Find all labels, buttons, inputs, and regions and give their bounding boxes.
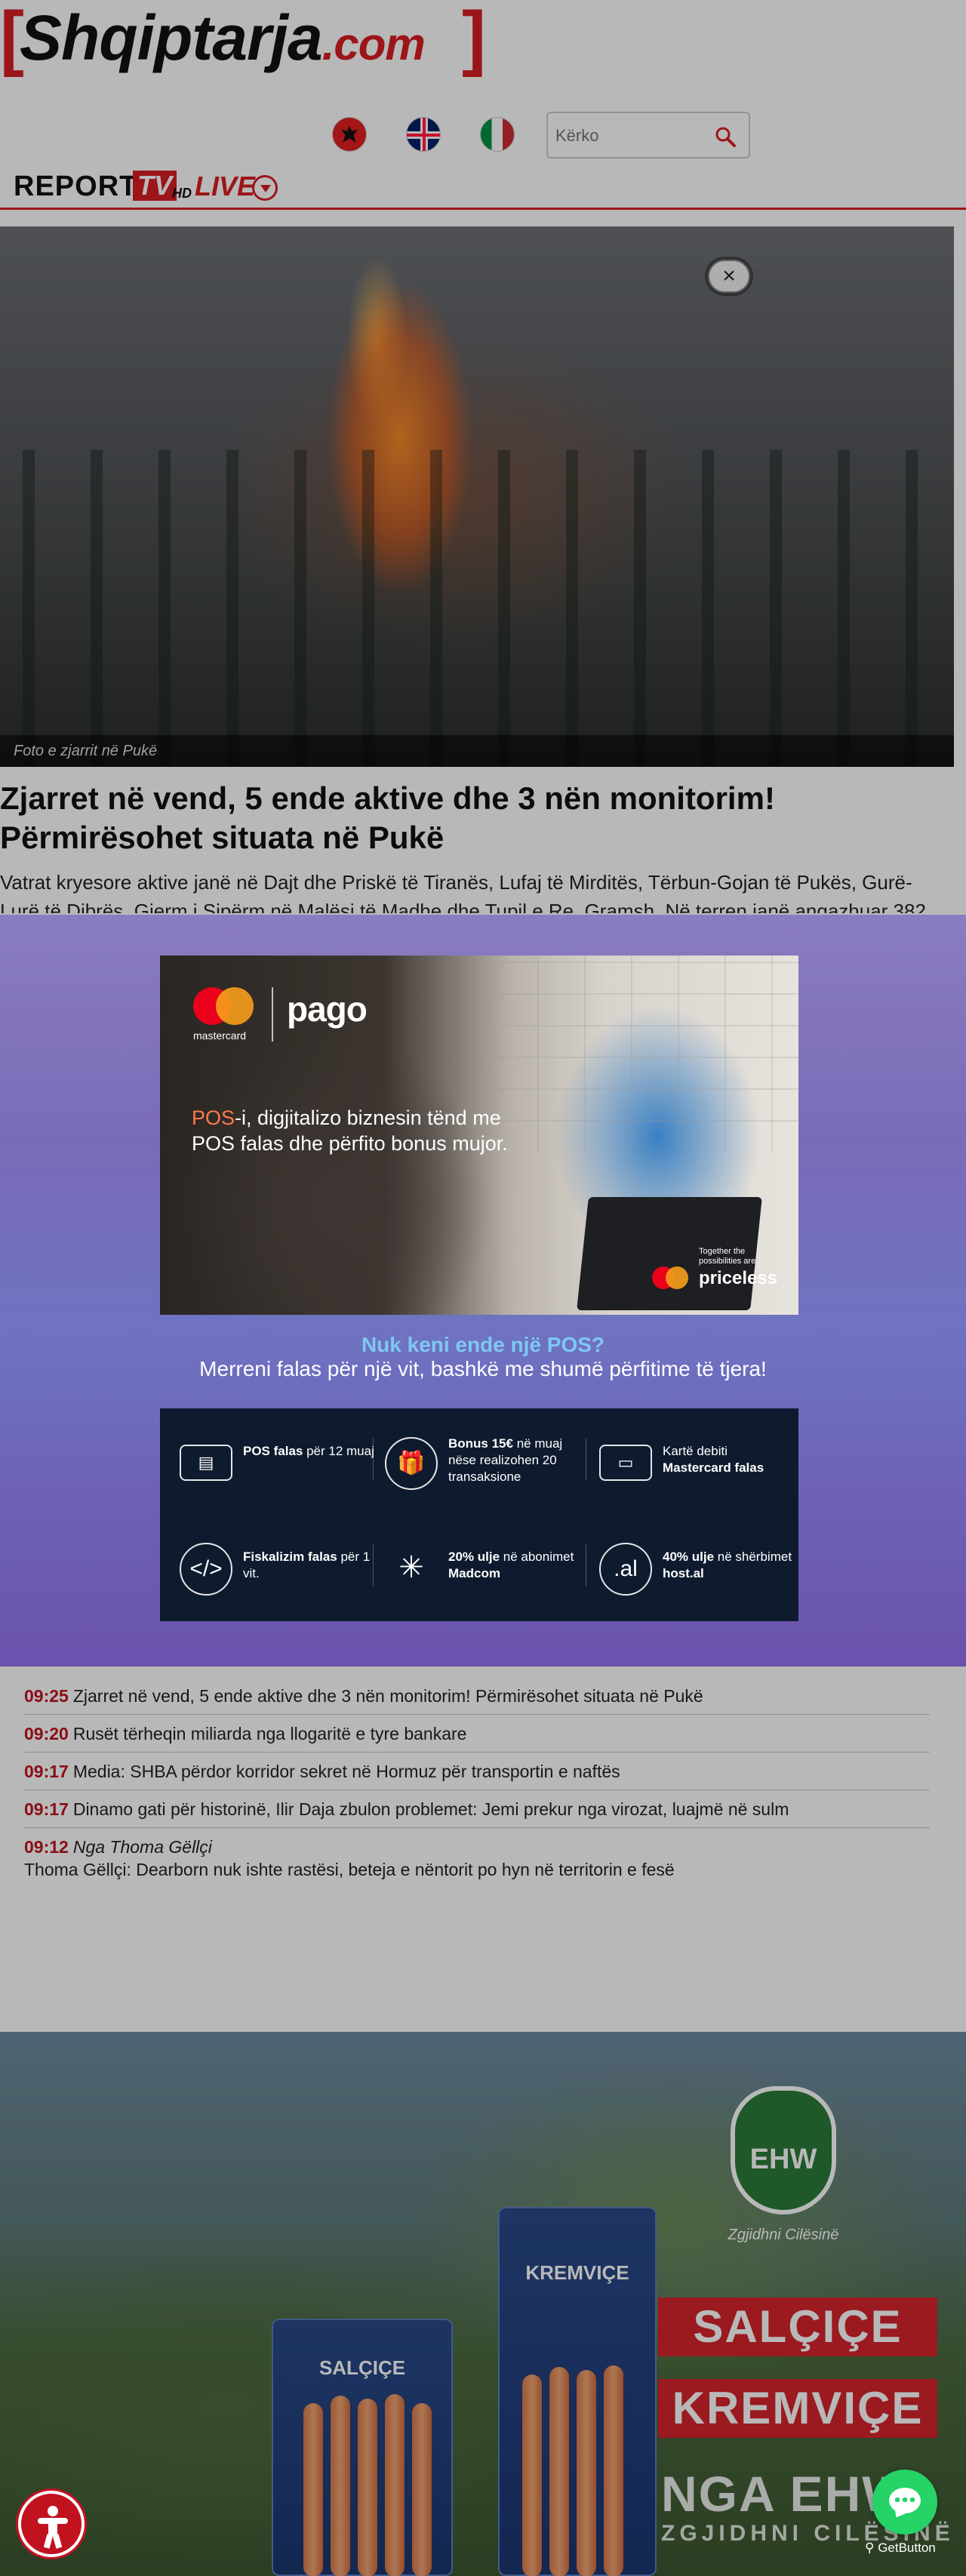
logo-divider: [272, 987, 273, 1042]
benefit-debit-card: ▭ Kartë debiti Mastercard falas: [599, 1417, 803, 1508]
hostal-icon: .al: [599, 1543, 652, 1596]
mastercard-logo-icon: [193, 987, 257, 1028]
promo-headline-rest: -i, digjitalizo biznesin tënd me POS fal…: [192, 1106, 508, 1155]
accessibility-icon: [48, 2506, 58, 2516]
benefit-fiscalization: </> Fiskalizim falas për 1 vit.: [180, 1523, 383, 1614]
benefit-pos: ▤ POS falas për 12 muaj: [180, 1417, 383, 1508]
benefit-bonus: 🎁 Bonus 15€ në muaj nëse realizohen 20 t…: [385, 1417, 589, 1508]
priceless-word: priceless: [699, 1268, 778, 1288]
promo-headline: POS-i, digjitalizo biznesin tënd me POS …: [192, 1105, 509, 1156]
promo-banner-image[interactable]: mastercard pago POS-i, digjitalizo bizne…: [160, 956, 798, 1315]
gift-icon: 🎁: [385, 1437, 438, 1490]
benefits-panel[interactable]: ▤ POS falas për 12 muaj 🎁 Bonus 15€ në m…: [160, 1408, 798, 1621]
mastercard-wordmark: mastercard: [193, 1029, 247, 1042]
pago-logo: pago: [287, 989, 368, 1029]
priceless-badge: Together the possibilities are priceless: [652, 1247, 777, 1295]
priceless-small: Together the possibilities are: [699, 1247, 756, 1266]
chat-button[interactable]: [872, 2470, 937, 2534]
benefit-hostal: .al 40% ulje në shërbimet host.al: [599, 1523, 803, 1614]
accessibility-button[interactable]: [18, 2491, 85, 2557]
pago-promo-popup[interactable]: mastercard pago POS-i, digjitalizo bizne…: [0, 915, 966, 1667]
getbutton-credit[interactable]: ⚲ GetButton: [865, 2541, 936, 2556]
promo-question: Nuk keni ende një POS?: [361, 1333, 605, 1356]
code-icon: </>: [180, 1543, 232, 1596]
card-reader-icon: ▤: [180, 1445, 232, 1481]
madcom-icon: ✳: [398, 1551, 424, 1584]
promo-subtitle: Merreni falas për një vit, bashkë me shu…: [199, 1357, 767, 1380]
benefit-madcom: ✳ 20% ulje në abonimet Madcom: [385, 1523, 589, 1614]
wall-tiles: [492, 956, 798, 1152]
promo-headline-pos: POS: [192, 1106, 235, 1129]
debit-card-icon: ▭: [599, 1445, 652, 1481]
